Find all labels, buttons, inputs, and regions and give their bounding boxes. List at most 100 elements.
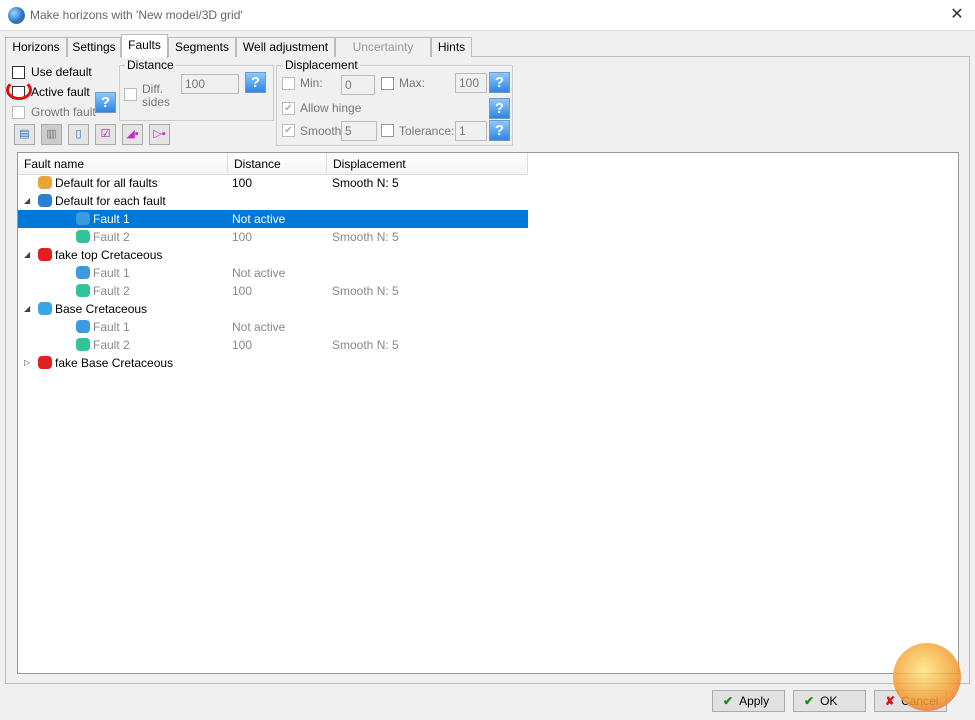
displacement-value: Smooth N: 5: [332, 176, 399, 190]
tab-well-adjustment[interactable]: Well adjustment: [236, 37, 335, 57]
fault-name: Fault 1: [93, 212, 130, 226]
tree-row[interactable]: Fault 2 100 Smooth N: 5: [18, 282, 528, 300]
growth-fault-label: Growth fault: [31, 105, 96, 119]
tolerance-label: Tolerance:: [399, 124, 455, 138]
use-default-label: Use default: [31, 65, 92, 79]
folder-fault-icon: [38, 176, 52, 189]
tolerance-input[interactable]: 1: [455, 121, 487, 141]
fault-name: fake top Cretaceous: [55, 248, 163, 262]
fault-icon: [76, 212, 90, 225]
tolerance-checkbox[interactable]: [381, 124, 394, 137]
window-title: Make horizons with 'New model/3D grid': [30, 8, 243, 22]
distance-value: Not active: [232, 266, 286, 280]
fault-name: Fault 2: [93, 338, 130, 352]
min-checkbox: [282, 77, 295, 90]
check-icon: ✔: [723, 694, 734, 708]
paste-settings-button[interactable]: ▥: [41, 124, 62, 145]
allow-hinge-label: Allow hinge: [300, 101, 362, 115]
horizon-icon: [38, 248, 52, 261]
active-fault-label: Active fault: [31, 85, 90, 99]
max-checkbox[interactable]: [381, 77, 394, 90]
fault-tree[interactable]: Fault name Distance Displacement Default…: [17, 152, 959, 674]
collapse-all-button[interactable]: ▷▪: [149, 124, 170, 145]
fault-icon: [76, 230, 90, 243]
fault-name: Default for each fault: [55, 194, 166, 208]
fault-icon: [76, 284, 90, 297]
min-label: Min:: [300, 76, 323, 90]
displacement-value: Smooth N: 5: [332, 338, 399, 352]
use-default-checkbox[interactable]: [12, 66, 25, 79]
smooth-input[interactable]: 5: [341, 121, 377, 141]
horizon-icon: [38, 302, 52, 315]
tree-row[interactable]: ◢ fake top Cretaceous: [18, 246, 528, 264]
hinge-help-button[interactable]: ?: [489, 98, 510, 119]
copy-settings-button[interactable]: ▤: [14, 124, 35, 145]
expand-all-button[interactable]: ◢▪: [122, 124, 143, 145]
expander-icon[interactable]: ▷: [24, 358, 30, 367]
tab-faults[interactable]: Faults: [121, 34, 168, 58]
displacement-value: Smooth N: 5: [332, 284, 399, 298]
distance-value: 100: [232, 338, 253, 352]
tree-row[interactable]: ◢ Default for each fault: [18, 192, 528, 210]
tree-row[interactable]: Default for all faults 100 Smooth N: 5: [18, 174, 528, 192]
distance-value: Not active: [232, 320, 286, 334]
fault-name: Fault 1: [93, 266, 130, 280]
distance-value: 100: [232, 230, 253, 244]
fault-name: Default for all faults: [55, 176, 158, 190]
column-header-displacement[interactable]: Displacement: [327, 153, 528, 175]
ok-button[interactable]: ✔ OK: [793, 690, 866, 712]
fault-icon: [76, 338, 90, 351]
close-button[interactable]: ✕: [945, 4, 969, 26]
expander-icon[interactable]: ◢: [24, 250, 30, 259]
max-label: Max:: [399, 76, 426, 90]
ok-label: OK: [820, 694, 838, 708]
apply-button[interactable]: ✔ Apply: [712, 690, 785, 712]
distance-group-title: Distance: [125, 58, 176, 72]
growth-fault-checkbox: [12, 106, 25, 119]
fault-name: Fault 2: [93, 284, 130, 298]
check-icon: ✔: [804, 694, 815, 708]
diff-sides-label-2: sides: [142, 95, 171, 109]
tree-row[interactable]: Fault 2 100 Smooth N: 5: [18, 336, 528, 354]
tolerance-help-button[interactable]: ?: [489, 120, 510, 141]
distance-value: 100: [232, 176, 253, 190]
new-document-button[interactable]: ▯: [68, 124, 89, 145]
column-header-fault-name[interactable]: Fault name: [18, 153, 228, 175]
app-icon: [8, 7, 25, 24]
tree-row[interactable]: Fault 1 Not active: [18, 318, 528, 336]
expander-icon[interactable]: ◢: [24, 304, 30, 313]
distance-help-button[interactable]: ?: [245, 72, 266, 93]
tree-row[interactable]: ◢ Base Cretaceous: [18, 300, 528, 318]
fault-name: Fault 2: [93, 230, 130, 244]
cross-icon: ✘: [885, 694, 896, 708]
active-fault-help-button[interactable]: ?: [95, 92, 116, 113]
tab-uncertainty: Uncertainty: [335, 37, 431, 57]
distance-input[interactable]: 100: [181, 74, 239, 94]
tree-row[interactable]: Fault 2 100 Smooth N: 5: [18, 228, 528, 246]
distance-value: Not active: [232, 212, 286, 226]
displacement-group-title: Displacement: [283, 58, 360, 72]
diff-sides-label: Diff.: [142, 82, 164, 96]
check-all-button[interactable]: ☑: [95, 124, 116, 145]
allow-hinge-checkbox: ✔: [282, 102, 295, 115]
tab-settings[interactable]: Settings: [67, 37, 121, 57]
expander-icon[interactable]: ◢: [24, 196, 30, 205]
max-input[interactable]: 100: [455, 73, 487, 93]
max-help-button[interactable]: ?: [489, 72, 510, 93]
displacement-value: Smooth N: 5: [332, 230, 399, 244]
horizon-icon: [38, 194, 52, 207]
tab-hints[interactable]: Hints: [431, 37, 472, 57]
tree-row[interactable]: Fault 1 Not active: [18, 210, 528, 228]
fault-icon: [76, 320, 90, 333]
column-header-distance[interactable]: Distance: [228, 153, 327, 175]
tree-row[interactable]: ▷ fake Base Cretaceous: [18, 354, 528, 372]
apply-label: Apply: [739, 694, 770, 708]
tree-row[interactable]: Fault 1 Not active: [18, 264, 528, 282]
distance-value: 100: [232, 284, 253, 298]
tab-segments[interactable]: Segments: [168, 37, 236, 57]
tab-horizons[interactable]: Horizons: [5, 37, 67, 57]
smooth-checkbox: ✔: [282, 124, 295, 137]
diff-sides-checkbox: [124, 88, 137, 101]
min-input[interactable]: 0: [341, 75, 375, 95]
sun-mascot-icon: [893, 643, 961, 711]
